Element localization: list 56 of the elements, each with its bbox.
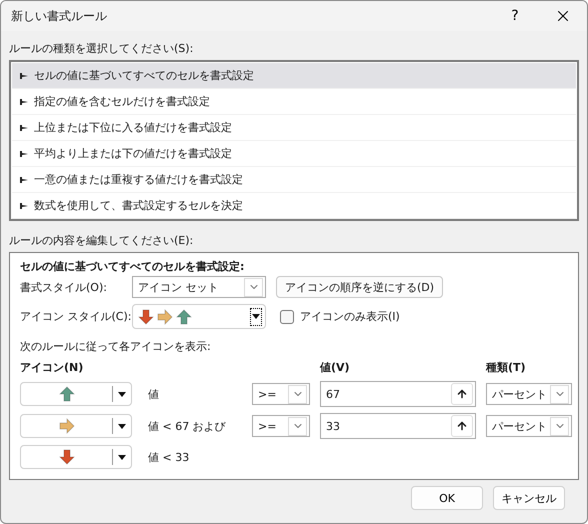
rule-type-text: 指定の値を含むセルだけを書式設定 — [34, 94, 210, 109]
rule-type-text: 上位または下位に入る値だけを書式設定 — [34, 120, 232, 135]
icon-picker[interactable] — [20, 445, 132, 469]
operator-dropdown[interactable]: >= — [252, 415, 310, 437]
cancel-button[interactable]: キャンセル — [493, 486, 565, 510]
window-title: 新しい書式ルール — [11, 8, 108, 24]
bullet-icon — [20, 98, 28, 104]
rule-type-text: 一意の値または重複する値だけを書式設定 — [34, 172, 243, 187]
dropdown-button[interactable] — [288, 416, 307, 436]
rules-instruction: 次のルールに従って各アイコンを表示: — [20, 339, 212, 354]
up-arrow-icon — [456, 420, 468, 432]
reverse-icon-order-button[interactable]: アイコンの順序を逆にする(D) — [276, 276, 444, 298]
rule-type-text: 数式を使用して、書式設定するセルを決定 — [34, 198, 243, 213]
format-style-label: 書式スタイル(O): — [20, 280, 108, 294]
icon-only-label: アイコンのみ表示(I) — [300, 309, 400, 324]
bullet-icon — [20, 124, 28, 130]
dropdown-button[interactable] — [550, 384, 569, 404]
up-arrow-icon — [456, 388, 468, 400]
type-dropdown[interactable]: パーセント — [486, 383, 572, 405]
dropdown-arrow-icon — [118, 454, 126, 460]
rule-type-text: セルの値に基づいてすべてのセルを書式設定 — [34, 68, 254, 83]
icon-picker[interactable] — [20, 414, 132, 438]
dropdown-button[interactable] — [550, 416, 569, 436]
icon-style-dropdown[interactable] — [132, 304, 266, 329]
editor-heading: セルの値に基づいてすべてのセルを書式設定: — [20, 259, 246, 274]
rule-type-item[interactable]: セルの値に基づいてすべてのセルを書式設定 — [12, 63, 576, 89]
help-button[interactable]: ? — [491, 1, 539, 31]
condition-text: 値 < 67 および — [148, 418, 226, 434]
bullet-icon — [20, 150, 28, 156]
icon-style-label: アイコン スタイル(C): — [20, 309, 132, 324]
bullet-icon — [20, 202, 28, 208]
type-dropdown[interactable]: パーセント — [486, 415, 572, 437]
rule-type-label: ルールの種類を選択してください(S): — [9, 41, 194, 56]
dropdown-button[interactable] — [244, 278, 263, 296]
operator-dropdown[interactable]: >= — [252, 383, 310, 405]
condition-text: 値 < 33 — [148, 450, 190, 464]
format-style-dropdown[interactable]: アイコン セット — [132, 276, 266, 298]
ok-button[interactable]: OK — [411, 486, 483, 510]
collapse-button[interactable] — [451, 383, 473, 405]
value-column-header: 値(V) — [320, 360, 351, 375]
dropdown-arrow-icon — [252, 314, 260, 319]
dropdown-arrow-icon — [118, 392, 126, 396]
type-column-header: 種類(T) — [486, 360, 527, 375]
icon-picker[interactable] — [20, 382, 132, 406]
dropdown-arrow-icon — [118, 424, 126, 428]
edit-rule-label: ルールの内容を編集してください(E): — [9, 233, 194, 248]
value-field[interactable]: 33 — [320, 413, 476, 439]
value-field[interactable]: 67 — [320, 381, 476, 407]
collapse-button[interactable] — [451, 415, 473, 437]
bullet-icon — [20, 72, 28, 78]
icon-only-checkbox[interactable] — [280, 310, 294, 324]
icon-column-header: アイコン(N) — [20, 360, 84, 375]
bullet-icon — [20, 176, 28, 182]
dropdown-button[interactable] — [288, 384, 307, 404]
condition-text: 値 — [148, 386, 159, 402]
rule-type-text: 平均より上または下の値だけを書式設定 — [34, 146, 232, 161]
